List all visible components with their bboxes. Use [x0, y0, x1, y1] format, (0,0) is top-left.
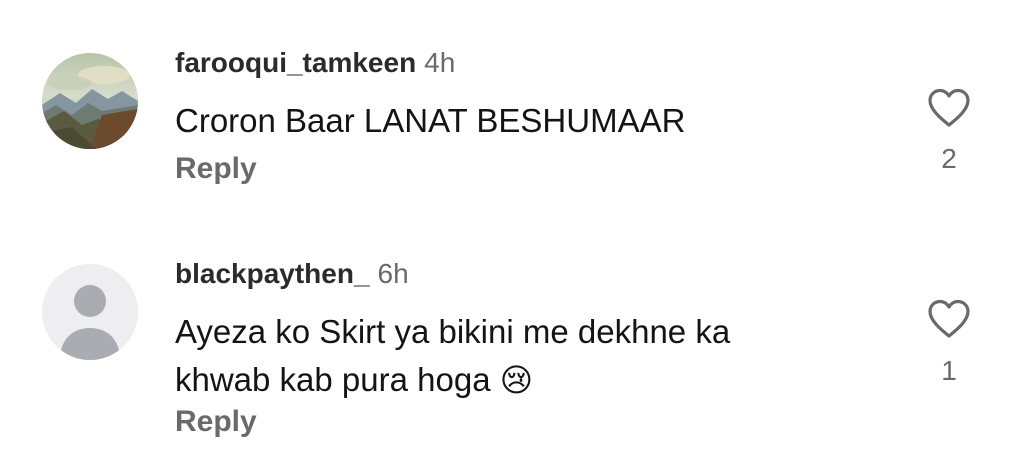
- comment-text-segment: khwab kab pura hoga: [175, 361, 491, 398]
- comments-list: farooqui_tamkeen 4h Croron Baar LANAT BES…: [0, 0, 1024, 460]
- comment-text: Croron Baar LANAT BESHUMAAR: [175, 102, 686, 139]
- like-button[interactable]: [926, 298, 972, 340]
- like-button[interactable]: [926, 87, 972, 129]
- heart-icon: [928, 88, 970, 127]
- like-count: 1: [941, 355, 957, 386]
- comment-text-line: khwab kab pura hoga 😢: [175, 356, 875, 404]
- comment-text: Ayeza ko Skirt ya bikini me dekhne ka kh…: [175, 308, 875, 404]
- default-user-icon: [42, 264, 138, 360]
- avatar[interactable]: [42, 53, 138, 149]
- timestamp: 4h: [424, 47, 456, 78]
- reply-button[interactable]: Reply: [175, 405, 257, 439]
- comment-header: blackpaythen_ 6h: [175, 258, 409, 290]
- crying-face-emoji: 😢: [499, 362, 534, 398]
- like-count: 2: [941, 143, 957, 174]
- comment-item: farooqui_tamkeen 4h Croron Baar LANAT BES…: [0, 0, 1024, 215]
- heart-icon: [928, 299, 970, 338]
- comment-item: blackpaythen_ 6h Ayeza ko Skirt ya bikini…: [0, 215, 1024, 460]
- timestamp: 6h: [377, 258, 409, 289]
- comment-text-line: Ayeza ko Skirt ya bikini me dekhne ka: [175, 313, 731, 350]
- avatar[interactable]: [42, 264, 138, 360]
- reply-button[interactable]: Reply: [175, 152, 257, 186]
- username[interactable]: farooqui_tamkeen: [175, 47, 416, 78]
- username[interactable]: blackpaythen_: [175, 258, 370, 289]
- comment-header: farooqui_tamkeen 4h: [175, 47, 455, 79]
- mountain-photo-icon: [42, 53, 138, 149]
